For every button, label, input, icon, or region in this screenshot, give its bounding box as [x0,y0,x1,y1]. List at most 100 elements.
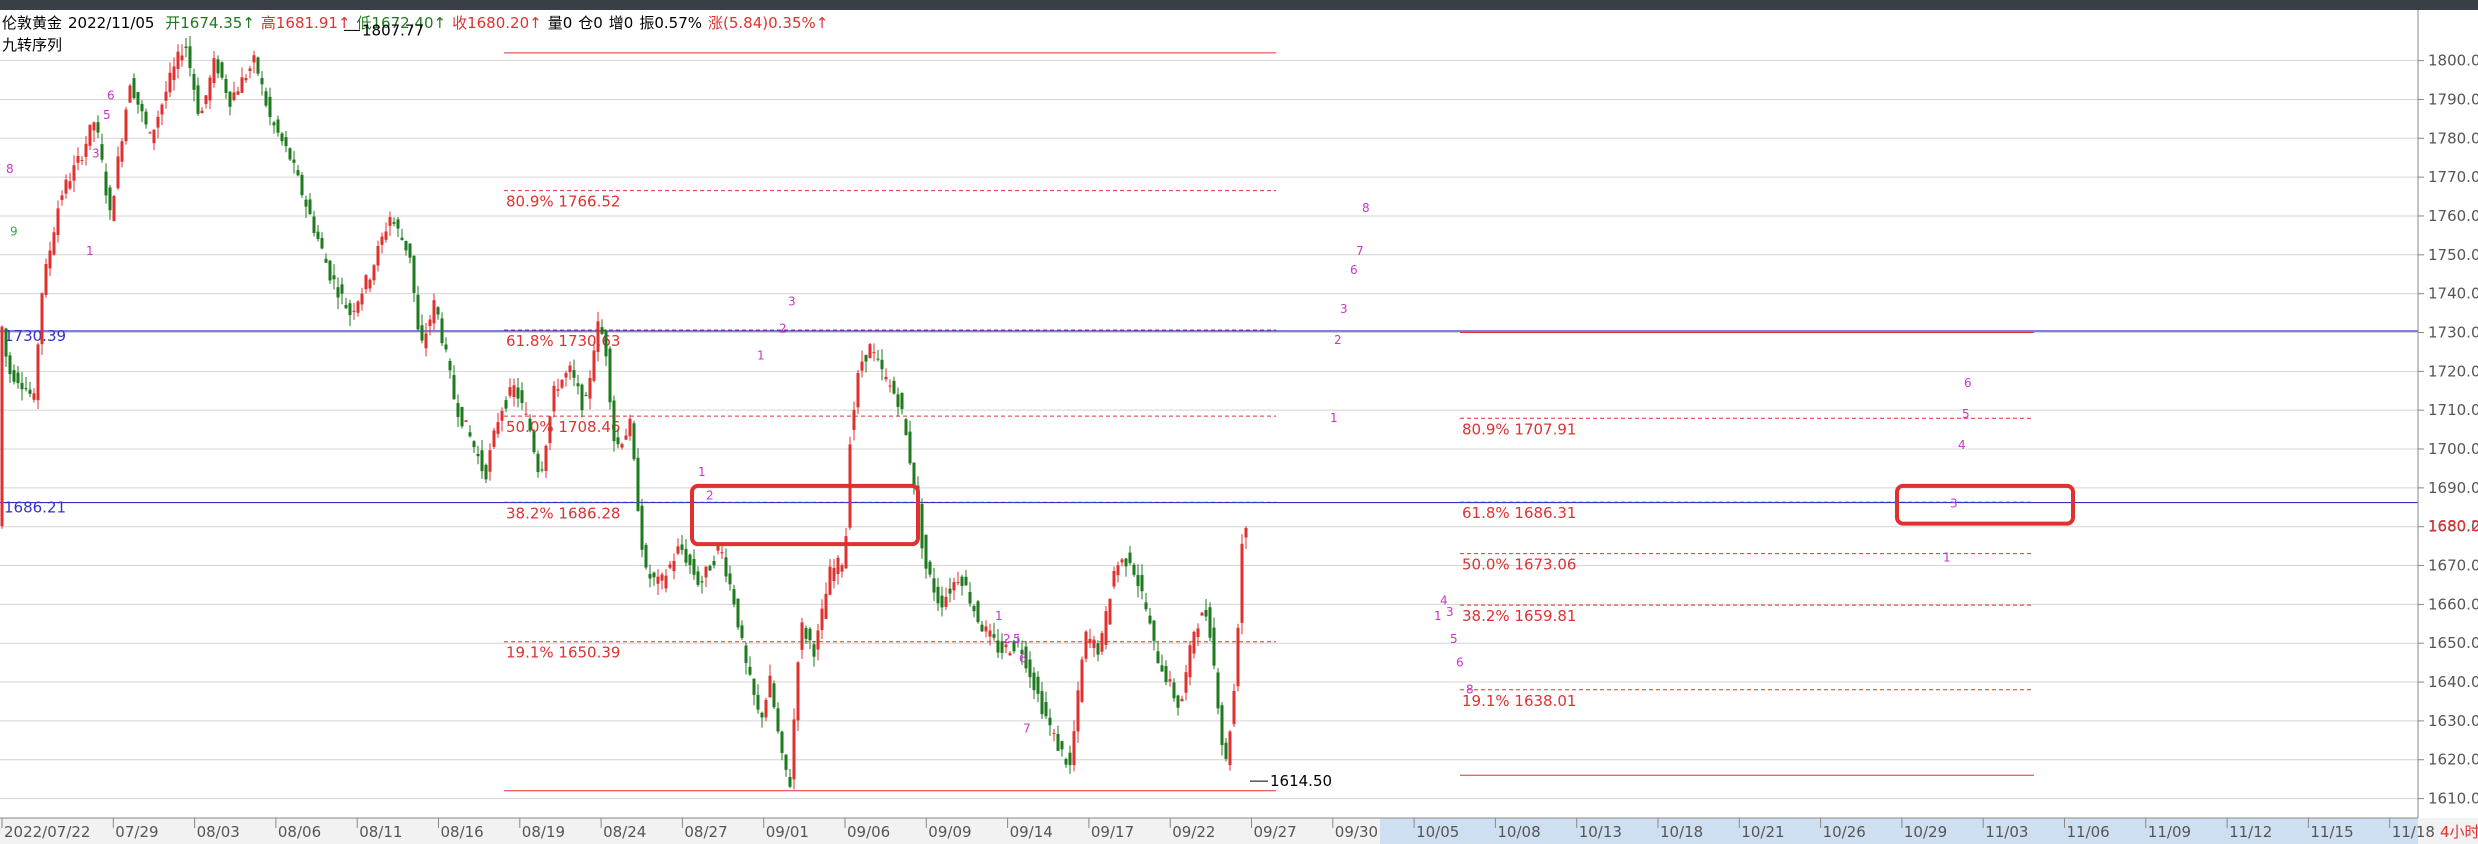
y-tick-label: 1700.00 [2428,440,2478,458]
candle-body [832,567,836,581]
fib-label-right: 19.1% 1638.01 [1462,692,1576,710]
candle-body [220,62,224,78]
candle-body [776,708,780,732]
candle-body [924,534,928,569]
candle-body [908,431,912,464]
candle-body [792,719,796,780]
candlestick [1212,617,1216,670]
candle-body [552,385,556,412]
candle-body [1236,627,1240,687]
candle-body [548,416,552,444]
candlestick [288,147,292,162]
price-chart[interactable]: 80.9% 1766.52 61.8% 1730.63 50.0% 1708.46 3… [0,0,2478,844]
candlestick [48,241,52,276]
candle-body [344,305,348,309]
candlestick [912,462,916,495]
candlestick [716,544,720,555]
candle-body [320,237,324,249]
td-count: 8 [1466,683,1474,697]
candlestick [1044,691,1048,720]
candle-body [1232,690,1236,725]
td-count: 7 [1356,244,1364,258]
candle-body [436,307,440,315]
candle-body [420,325,424,341]
candlestick [1164,660,1168,686]
candlestick [864,354,868,373]
candle-body [12,370,16,382]
candlestick [1244,526,1248,549]
candle-body [364,275,368,290]
candlestick [376,240,380,272]
candle-body [28,389,32,394]
candle-body [560,379,564,388]
candle-body [1136,574,1140,587]
candle-body [1060,741,1064,750]
candlestick [772,680,776,710]
candle-body [228,91,232,107]
candlestick [196,77,200,116]
candle-body [148,132,152,134]
candle-body [624,435,628,440]
candle-body [392,222,396,224]
candlestick [1080,656,1084,704]
candlestick [1200,611,1204,616]
candle-body [412,255,416,293]
candlestick [420,314,424,344]
candlestick [152,129,156,151]
candlestick [800,617,804,660]
candlestick [1228,730,1232,771]
candle-body [328,260,332,281]
candlestick [788,768,792,789]
candle-body [640,505,644,550]
candle-body [252,55,256,63]
candle-body [568,365,572,373]
high-label: 1807.77 [362,21,424,39]
candlestick [164,81,168,109]
candlestick [1128,545,1132,566]
candle-body [188,46,192,68]
candle-body [100,144,104,160]
candle-body [1212,627,1216,666]
candlestick [824,582,828,620]
candle-body [264,91,268,106]
x-tick-label: 09/01 [766,823,809,841]
candlestick [992,622,996,641]
candle-body [804,628,808,639]
candlestick [328,259,332,285]
candle-body [1080,659,1084,702]
candle-body [512,385,516,398]
candle-body [1100,633,1104,652]
candle-body [604,330,608,357]
candlestick [764,697,768,722]
candle-body [704,566,708,578]
candle-body [964,576,968,586]
candlestick [1124,557,1128,577]
candle-body [712,561,716,566]
candlestick [528,414,532,433]
candle-body [1036,676,1040,694]
candlestick [868,342,872,359]
candlestick [268,87,272,126]
candlestick [672,553,676,580]
fib-label-left: 61.8% 1730.63 [506,332,620,350]
candle-body [472,441,476,448]
candle-body [836,557,840,575]
y-tick-label: 1670.00 [2428,557,2478,575]
candle-body [532,431,536,453]
x-tick-label: 09/30 [1335,823,1378,841]
candle-body [756,694,760,710]
candle-body [32,393,36,400]
candlestick [884,368,888,382]
candle-body [660,574,664,581]
candle-body [1180,698,1184,702]
candlestick [320,232,324,250]
candlestick [384,222,388,243]
candle-body [232,92,236,101]
candle-body [248,68,252,71]
candlestick [748,656,752,676]
candlestick [664,568,668,593]
candle-body [312,216,316,233]
candlestick [36,342,40,410]
candlestick [472,440,476,453]
candle-body [664,575,668,589]
